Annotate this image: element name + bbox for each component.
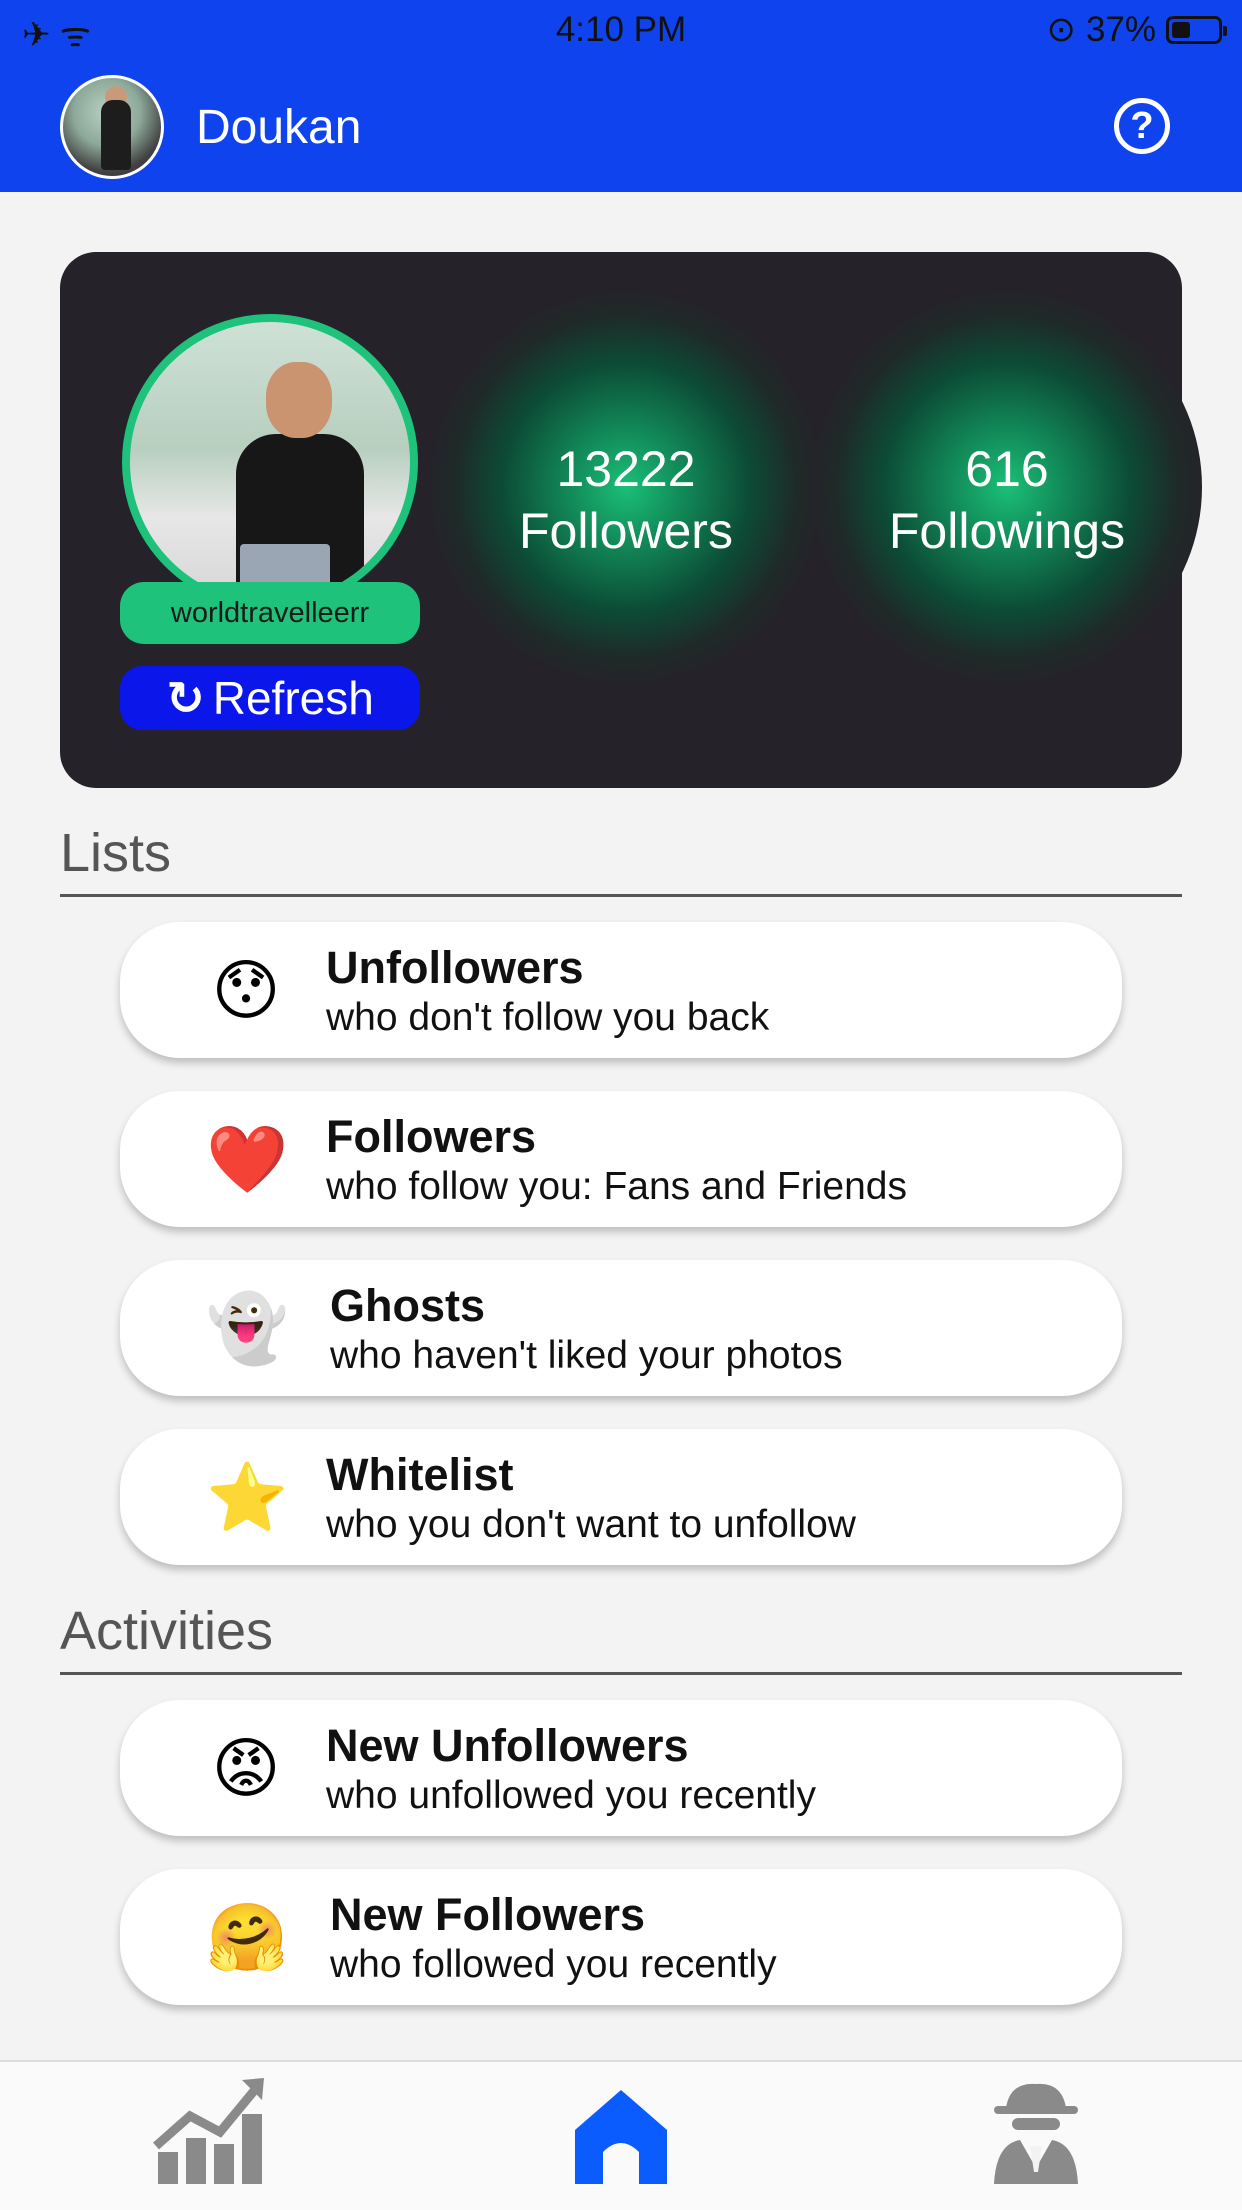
followers-count: 13222 <box>556 441 696 497</box>
lists-section-title: Lists <box>60 822 1182 897</box>
activity-item-new-followers[interactable]: 🤗 New Followers who followed you recentl… <box>120 1869 1122 2005</box>
help-button[interactable]: ? <box>1114 98 1170 154</box>
activity-item-new-unfollowers[interactable]: 😡 New Unfollowers who unfollowed you rec… <box>120 1700 1122 1836</box>
header-account-name[interactable]: Doukan <box>196 100 361 155</box>
followings-count: 616 <box>965 441 1049 497</box>
list-item-title: Whitelist <box>326 1449 514 1500</box>
app-header: ✈ ᯤ 4:10 PM ⊙ 37% Doukan ? <box>0 0 1242 192</box>
followers-label: Followers <box>519 503 733 559</box>
stats-chart-icon <box>153 2078 264 2184</box>
followers-stat[interactable]: 13222 Followers <box>431 292 821 682</box>
list-item-subtitle: who you don't want to unfollow <box>326 1503 856 1546</box>
list-item-whitelist[interactable]: ⭐ Whitelist who you don't want to unfoll… <box>120 1429 1122 1565</box>
status-right: ⊙ 37% <box>1046 10 1227 50</box>
tab-spy[interactable] <box>976 2072 1096 2192</box>
tab-statistics[interactable] <box>150 2072 270 2192</box>
refresh-button[interactable]: ↻ Refresh <box>120 666 420 730</box>
list-item-subtitle: who followed you recently <box>330 1943 777 1986</box>
list-item-subtitle: who follow you: Fans and Friends <box>326 1165 907 1208</box>
refresh-icon: ↻ <box>166 672 205 724</box>
ghost-icon: 👻 <box>206 1291 289 1365</box>
hugging-face-icon: 🤗 <box>206 1900 289 1974</box>
battery-icon <box>1166 16 1227 44</box>
profile-card: worldtravelleerr ↻ Refresh 13222 Follower… <box>60 252 1202 788</box>
spy-icon <box>994 2083 1078 2184</box>
list-item-subtitle: who unfollowed you recently <box>326 1774 816 1817</box>
angry-face-icon: 😡 <box>211 1731 281 1805</box>
list-item-subtitle: who haven't liked your photos <box>330 1334 843 1377</box>
followings-label: Followings <box>888 503 1126 559</box>
list-item-title: Ghosts <box>330 1280 486 1331</box>
star-icon: ⭐ <box>206 1460 289 1534</box>
list-item-title: New Unfollowers <box>326 1720 689 1771</box>
list-item-followers[interactable]: ❤️ Followers who follow you: Fans and Fr… <box>120 1091 1122 1227</box>
activities-section-title: Activities <box>60 1600 1182 1675</box>
list-item-unfollowers[interactable]: 😯 Unfollowers who don't follow you back <box>120 922 1122 1058</box>
header-avatar[interactable] <box>60 75 164 179</box>
list-item-ghosts[interactable]: 👻 Ghosts who haven't liked your photos <box>120 1260 1122 1396</box>
orientation-lock-icon: ⊙ <box>1046 10 1076 49</box>
followings-stat[interactable]: 616 Followings <box>812 292 1202 682</box>
bottom-tab-bar <box>0 2060 1242 2210</box>
home-icon <box>575 2090 667 2184</box>
profile-photo <box>122 314 418 610</box>
list-item-title: New Followers <box>330 1889 646 1940</box>
battery-percent: 37% <box>1085 10 1156 49</box>
list-item-subtitle: who don't follow you back <box>326 996 770 1039</box>
list-item-title: Unfollowers <box>326 942 584 993</box>
tab-home[interactable] <box>561 2072 681 2192</box>
username-badge: worldtravelleerr <box>120 582 420 644</box>
heart-icon: ❤️ <box>206 1122 289 1196</box>
list-item-title: Followers <box>326 1111 537 1162</box>
refresh-label: Refresh <box>212 672 374 724</box>
astonished-face-icon: 😯 <box>211 953 281 1027</box>
